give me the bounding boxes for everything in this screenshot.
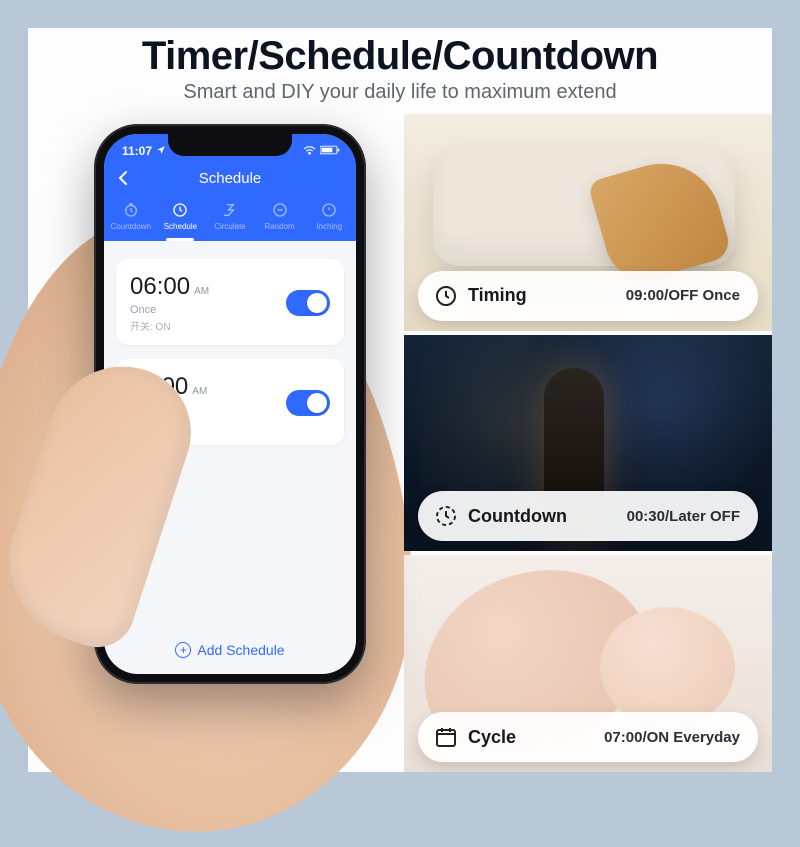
countdown-badge-icon [432,502,460,530]
tab-label: Circulate [214,222,246,231]
circulate-icon [221,201,239,219]
badge-title: Countdown [468,506,567,527]
badge-cycle: Cycle 07:00/ON Everyday [418,712,758,762]
badge-value: 09:00/OFF Once [626,287,740,304]
phone-in-hand: 11:07 [28,114,400,772]
wifi-icon [303,144,316,158]
screen-title: Schedule [104,170,356,187]
schedule-toggle[interactable] [286,290,330,316]
inching-icon [320,201,338,219]
schedule-time: 06:00 [130,273,190,301]
panel-countdown: Countdown 00:30/Later OFF [404,335,772,552]
back-icon[interactable] [118,170,128,191]
status-time: 11:07 [122,144,152,158]
badge-countdown: Countdown 00:30/Later OFF [418,491,758,541]
tab-label: Countdown [111,222,151,231]
random-icon [271,201,289,219]
tab-label: Schedule [164,222,197,231]
screen-header: Schedule [104,168,356,197]
hero-title: Timer/Schedule/Countdown [28,34,772,79]
badge-title: Timing [468,285,527,306]
schedule-repeat: Once [130,304,209,316]
add-schedule-button[interactable]: + Add Schedule [104,642,356,658]
schedule-ampm: AM [192,386,207,397]
panel-cycle: Cycle 07:00/ON Everyday [404,555,772,772]
hero: Timer/Schedule/Countdown Smart and DIY y… [28,28,772,114]
add-schedule-label: Add Schedule [197,642,284,658]
schedule-state: 开关: ON [130,318,209,333]
tab-random[interactable]: Random [255,201,305,231]
badge-title: Cycle [468,727,516,748]
schedule-ampm: AM [194,286,209,297]
tab-inching[interactable]: Inching [304,201,354,231]
tab-label: Random [264,222,294,231]
clock-icon [432,282,460,310]
phone-notch [168,134,292,156]
tab-label: Inching [316,222,342,231]
location-icon [156,144,166,158]
panel-timing: Timing 09:00/OFF Once [404,114,772,331]
schedule-icon [171,201,189,219]
hero-subtitle: Smart and DIY your daily life to maximum… [28,81,772,104]
tab-circulate[interactable]: Circulate [205,201,255,231]
battery-icon [320,144,340,158]
schedule-card[interactable]: 06:00 AM Once 开关: ON [116,259,344,345]
plus-icon: + [175,642,191,658]
tab-schedule[interactable]: Schedule [156,201,206,231]
countdown-icon [122,201,140,219]
tab-countdown[interactable]: Countdown [106,201,156,231]
calendar-icon [432,723,460,751]
badge-value: 07:00/ON Everyday [604,729,740,746]
mode-tabs: Countdown Schedule Circula [104,197,356,241]
badge-timing: Timing 09:00/OFF Once [418,271,758,321]
badge-value: 00:30/Later OFF [627,508,740,525]
schedule-toggle[interactable] [286,390,330,416]
